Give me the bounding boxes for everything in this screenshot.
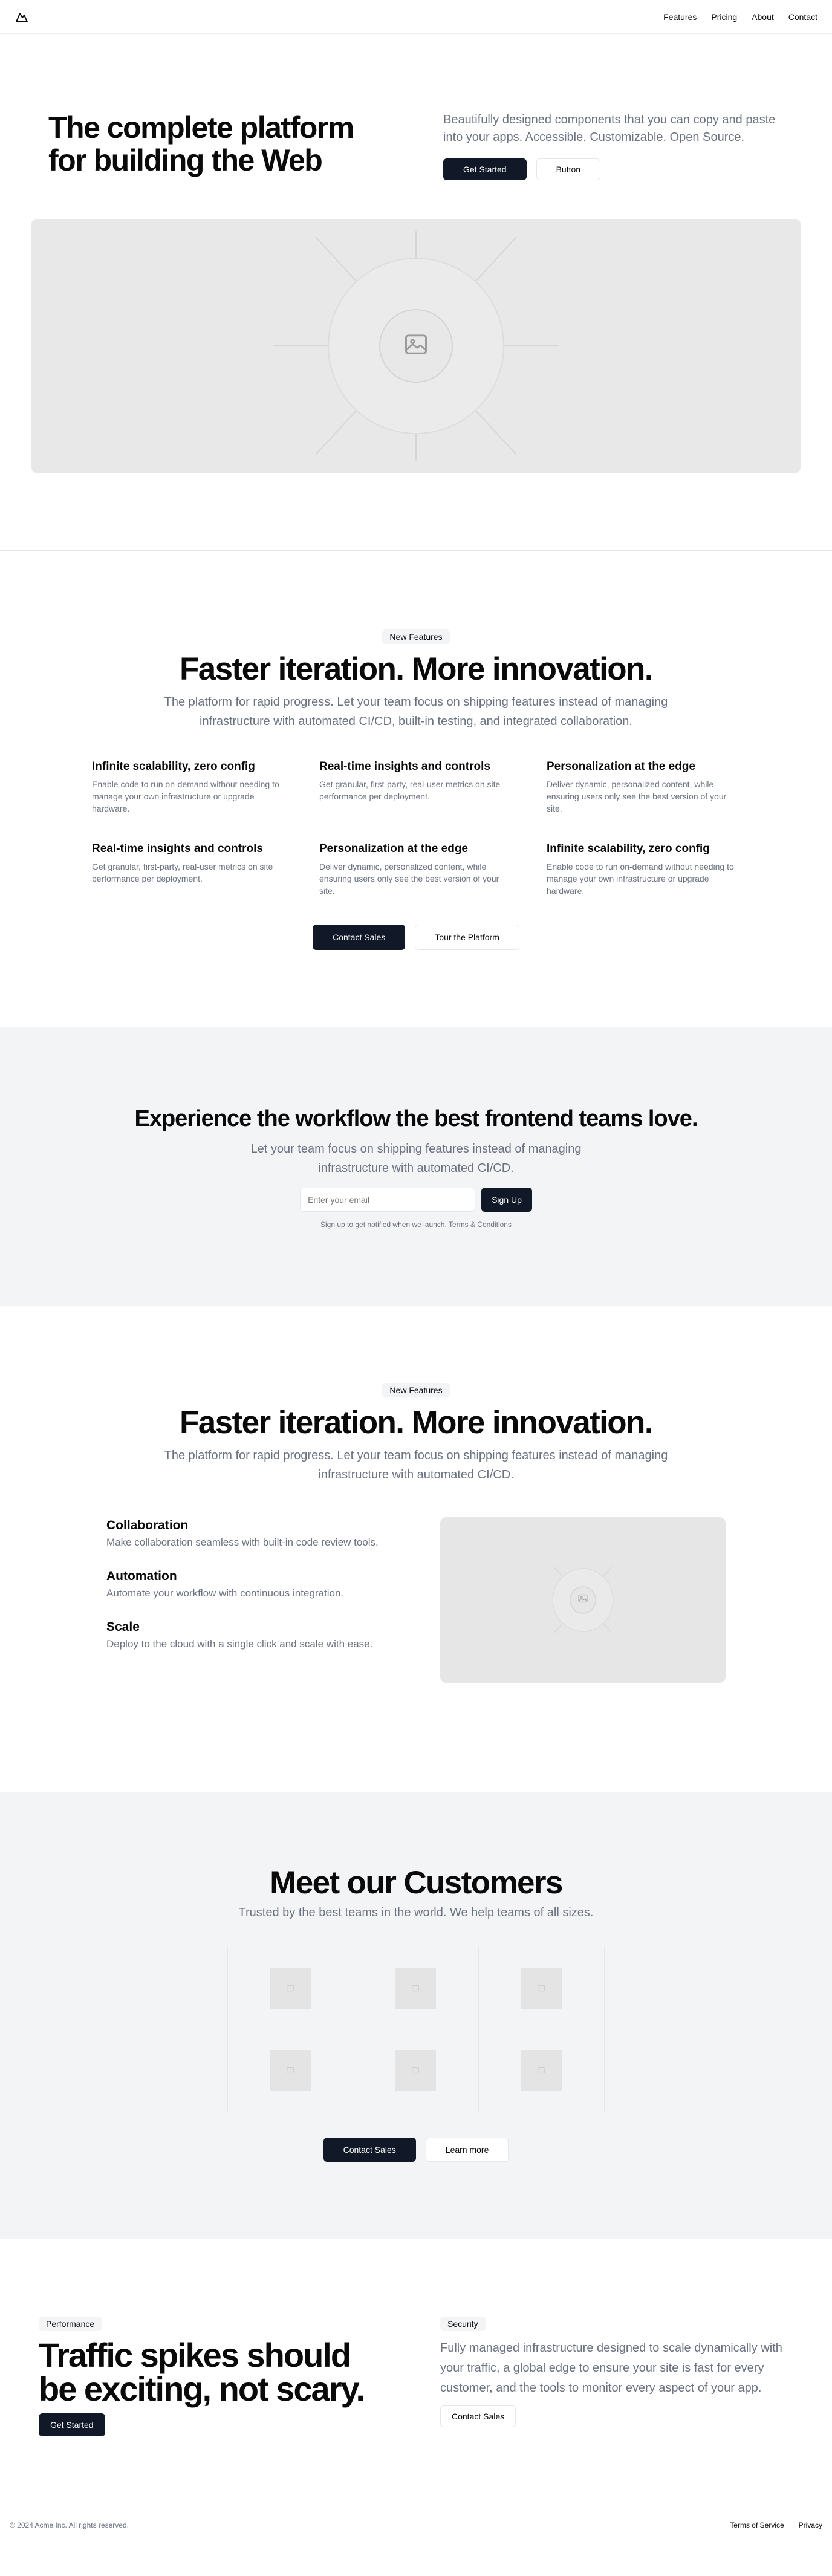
footer-links: Terms of Service Privacy [730, 2521, 822, 2529]
feature-item: Personalization at the edge Deliver dyna… [547, 759, 740, 815]
feature-text: Enable code to run on-demand without nee… [92, 779, 279, 813]
nav-pricing[interactable]: Pricing [711, 12, 737, 22]
signup-description: Let your team focus on shipping features… [250, 1142, 582, 1175]
logo-cell [353, 2029, 479, 2112]
collab-item-title: Automation [106, 1569, 177, 1583]
feature-title: Personalization at the edge [319, 842, 468, 855]
feature-text: Get granular, first-party, real-user met… [319, 779, 501, 801]
tour-platform-button[interactable]: Tour the Platform [415, 925, 519, 950]
performance-title: Traffic spikes should be exciting, not s… [39, 2336, 365, 2408]
performance-security-section: Performance Traffic spikes should be exc… [0, 2239, 832, 2509]
logo-cell [353, 1947, 479, 2029]
collab-list: Collaboration Make collaboration seamles… [106, 1517, 392, 1670]
mountain-logo-icon[interactable] [15, 10, 29, 24]
contact-sales-button[interactable]: Contact Sales [313, 925, 406, 950]
feature-text: Deliver dynamic, personalized content, w… [547, 779, 727, 813]
collab-item: Automation Automate your workflow with c… [106, 1568, 392, 1599]
email-input[interactable] [300, 1188, 476, 1212]
contact-sales-button[interactable]: Contact Sales [440, 2405, 516, 2427]
feature-text: Deliver dynamic, personalized content, w… [319, 862, 499, 896]
footer-copyright: © 2024 Acme Inc. All rights reserved. [10, 2520, 129, 2529]
contact-sales-button[interactable]: Contact Sales [323, 2138, 416, 2162]
feature-text: Enable code to run on-demand without nee… [547, 862, 734, 896]
placeholder-logo-icon [270, 2050, 311, 2091]
nav-about[interactable]: About [752, 12, 774, 22]
collab-title: Faster iteration. More innovation. [180, 1405, 654, 1440]
features-badge: New Features [382, 629, 450, 644]
feature-title: Personalization at the edge [547, 760, 695, 773]
terms-of-service-link[interactable]: Terms of Service [730, 2521, 784, 2529]
customers-title: Meet our Customers [270, 1865, 563, 1901]
placeholder-logo-icon [395, 1967, 437, 2009]
collab-item: Scale Deploy to the cloud with a single … [106, 1619, 392, 1650]
feature-title: Infinite scalability, zero config [547, 842, 710, 855]
site-footer: © 2024 Acme Inc. All rights reserved. Te… [0, 2509, 832, 2540]
collab-item-text: Make collaboration seamless with built-i… [106, 1537, 379, 1548]
image-placeholder-icon [403, 331, 429, 361]
customers-section: Meet our Customers Trusted by the best t… [0, 1792, 832, 2239]
placeholder-logo-icon [270, 1967, 311, 2009]
learn-more-button[interactable]: Learn more [425, 2138, 509, 2162]
customers-description: Trusted by the best teams in the world. … [238, 1906, 594, 1919]
signup-form: Sign Up [0, 1188, 832, 1212]
signup-section: Experience the workflow the best fronten… [0, 1027, 832, 1306]
feature-item: Infinite scalability, zero config Enable… [547, 841, 740, 897]
feature-item: Real-time insights and controls Get gran… [319, 759, 513, 815]
nav-contact[interactable]: Contact [788, 12, 817, 22]
sign-up-button[interactable]: Sign Up [481, 1188, 532, 1212]
main-nav: Features Pricing About Contact [663, 12, 817, 22]
terms-link[interactable]: Terms & Conditions [449, 1220, 512, 1229]
security-description: Fully managed infrastructure designed to… [440, 2341, 782, 2395]
logo-cell [479, 2029, 604, 2112]
features-description: The platform for rapid progress. Let you… [164, 695, 668, 728]
collab-item-text: Deploy to the cloud with a single click … [106, 1638, 373, 1650]
placeholder-logo-icon [521, 1967, 562, 2009]
customer-logo-grid [227, 1947, 605, 2112]
get-started-button[interactable]: Get Started [39, 2413, 105, 2436]
collab-item-title: Collaboration [106, 1518, 189, 1532]
feature-grid: Infinite scalability, zero config Enable… [92, 759, 740, 897]
security-column: Security Fully managed infrastructure de… [440, 2317, 793, 2436]
feature-item: Infinite scalability, zero config Enable… [92, 759, 285, 815]
logo-cell [478, 1947, 604, 2029]
collab-description: The platform for rapid progress. Let you… [164, 1449, 668, 1482]
placeholder-logo-icon [395, 2050, 437, 2091]
collab-item-title: Scale [106, 1620, 140, 1634]
signup-note: Sign up to get notified when we launch. … [0, 1220, 832, 1229]
feature-item: Real-time insights and controls Get gran… [92, 841, 285, 897]
get-started-button[interactable]: Get Started [443, 158, 527, 180]
privacy-link[interactable]: Privacy [799, 2521, 822, 2529]
hero-title: The complete platform for building the W… [48, 111, 354, 177]
feature-item: Personalization at the edge Deliver dyna… [319, 841, 513, 897]
feature-text: Get granular, first-party, real-user met… [92, 862, 273, 883]
logo-cell [228, 2029, 354, 2112]
placeholder-logo-icon [521, 2050, 562, 2091]
feature-title: Real-time insights and controls [319, 760, 490, 773]
collab-badge: New Features [382, 1383, 450, 1397]
image-placeholder-icon [577, 1593, 588, 1607]
hero-section: The complete platform for building the W… [0, 34, 832, 473]
nav-features[interactable]: Features [663, 12, 697, 22]
security-badge: Security [440, 2317, 486, 2331]
hero-image-placeholder [31, 219, 801, 473]
performance-badge: Performance [39, 2317, 102, 2331]
collab-item: Collaboration Make collaboration seamles… [106, 1517, 392, 1549]
collab-image-placeholder [440, 1517, 726, 1683]
signup-note-text: Sign up to get notified when we launch. [320, 1220, 447, 1229]
features-section: New Features Faster iteration. More inno… [0, 551, 832, 1027]
performance-column: Performance Traffic spikes should be exc… [39, 2317, 392, 2436]
feature-title: Infinite scalability, zero config [92, 760, 255, 773]
features-title: Faster iteration. More innovation. [180, 651, 654, 687]
site-header: Features Pricing About Contact [0, 0, 832, 34]
logo-cell [228, 1947, 354, 2029]
collaboration-section: New Features Faster iteration. More inno… [0, 1306, 832, 1792]
secondary-button[interactable]: Button [536, 158, 601, 180]
collab-item-text: Automate your workflow with continuous i… [106, 1587, 344, 1599]
hero-description: Beautifully designed components that you… [443, 113, 776, 144]
feature-title: Real-time insights and controls [92, 842, 263, 855]
signup-title: Experience the workflow the best fronten… [134, 1106, 698, 1131]
